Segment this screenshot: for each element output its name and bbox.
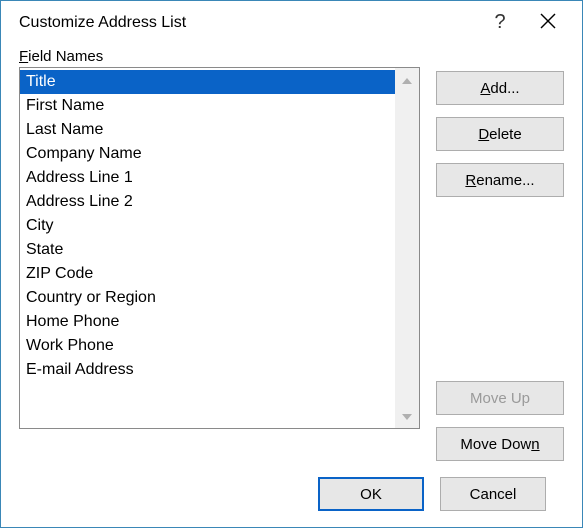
customize-address-list-dialog: Customize Address List ? Field Names Tit…	[0, 0, 583, 528]
list-item[interactable]: First Name	[20, 94, 395, 118]
dialog-content: Field Names TitleFirst NameLast NameComp…	[1, 40, 582, 527]
move-down-button[interactable]: Move Down	[436, 427, 564, 461]
list-item[interactable]: Address Line 2	[20, 190, 395, 214]
scroll-down-icon	[395, 410, 419, 422]
list-item[interactable]: State	[20, 238, 395, 262]
dialog-title: Customize Address List	[19, 14, 472, 32]
help-button[interactable]: ?	[480, 11, 520, 34]
titlebar: Customize Address List ?	[1, 1, 582, 40]
scrollbar[interactable]	[395, 68, 419, 428]
move-up-button[interactable]: Move Up	[436, 381, 564, 415]
listbox-wrap: TitleFirst NameLast NameCompany NameAddr…	[19, 67, 420, 461]
scroll-up-icon	[395, 74, 419, 86]
close-icon	[540, 13, 556, 29]
rename-button[interactable]: Rename...	[436, 163, 564, 197]
add-button[interactable]: Add...	[436, 71, 564, 105]
ok-button[interactable]: OK	[318, 477, 424, 511]
list-item[interactable]: Work Phone	[20, 334, 395, 358]
delete-button[interactable]: Delete	[436, 117, 564, 151]
list-item[interactable]: Title	[20, 70, 395, 94]
list-item[interactable]: Country or Region	[20, 286, 395, 310]
list-item[interactable]: ZIP Code	[20, 262, 395, 286]
list-item[interactable]: City	[20, 214, 395, 238]
body-row: TitleFirst NameLast NameCompany NameAddr…	[19, 67, 564, 461]
close-button[interactable]	[528, 13, 568, 33]
cancel-button[interactable]: Cancel	[440, 477, 546, 511]
dialog-footer: OK Cancel	[19, 461, 564, 527]
field-names-label: Field Names	[19, 48, 564, 65]
list-item[interactable]: Last Name	[20, 118, 395, 142]
field-names-listbox[interactable]: TitleFirst NameLast NameCompany NameAddr…	[19, 67, 420, 429]
list-item[interactable]: Home Phone	[20, 310, 395, 334]
list-item[interactable]: Company Name	[20, 142, 395, 166]
list-inner: TitleFirst NameLast NameCompany NameAddr…	[20, 68, 395, 428]
list-item[interactable]: Address Line 1	[20, 166, 395, 190]
side-buttons: Add... Delete Rename... Move Up Move Dow…	[436, 67, 564, 461]
list-item[interactable]: E-mail Address	[20, 358, 395, 382]
